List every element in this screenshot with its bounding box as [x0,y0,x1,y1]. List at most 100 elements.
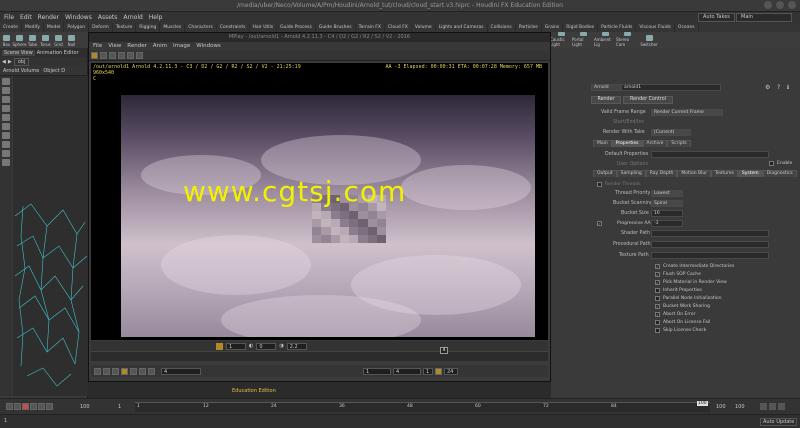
range-step-field[interactable]: 1 [423,367,433,375]
current-frame-field[interactable]: 4 [161,367,201,375]
last-frame-icon[interactable] [46,403,53,410]
progressive-aa-toggle[interactable]: ✓ Progressive AA [597,221,651,226]
auto-takes-toggle[interactable]: Auto Takes [698,13,735,22]
shelf-tab[interactable]: Muscles [160,23,186,32]
first-frame-icon[interactable] [94,367,101,375]
shelf-tab[interactable]: Particles [516,23,542,32]
tab-archive[interactable]: Archive [642,140,668,147]
tab-textures[interactable]: Textures [711,170,738,177]
parallel-node-init-checkbox[interactable]: Parallel Node Initialization [655,296,721,301]
frame-field[interactable]: 1 [226,342,246,350]
playbar-start-frame[interactable]: 1 [118,404,121,410]
next-key-icon[interactable] [38,403,45,410]
render-view[interactable]: /out/arnold1 Arnold 4.2.11.3 - C3 / D2 /… [91,63,548,340]
shelf-tab[interactable]: Guide Process [277,23,316,32]
shelf-tab[interactable]: Viscous Fluids [636,23,675,32]
compare-icon[interactable] [136,52,143,59]
range-end-field[interactable]: 4 [393,367,421,375]
shelf-tab[interactable]: Cloud FX [385,23,412,32]
shelf-tab[interactable]: Guide Brushes [316,23,356,32]
shelf-tab[interactable]: Rigid Bodies [563,23,599,32]
stop-icon[interactable] [121,367,128,375]
timeline-ruler[interactable]: 1 12 24 36 48 60 72 84 100 [135,401,710,412]
key-icon[interactable] [760,403,767,410]
shelf-tool-box[interactable]: Box [0,32,13,48]
mplay-timeline[interactable]: 4 [91,347,548,361]
abort-on-license-fail-checkbox[interactable]: Abort On License Fail [655,320,710,325]
progressive-aa-field[interactable]: -3 [651,220,683,227]
forward-arrow-icon[interactable]: ▶ [8,59,12,65]
link-icon[interactable] [118,52,125,59]
shelf-tab[interactable]: Collisions [488,23,516,32]
shelf-tool-ambient-light[interactable]: Ambient Lig [594,32,616,48]
tab-scene-view[interactable]: Scene View [2,49,35,56]
prev-key-icon[interactable] [14,403,21,410]
status-start-frame[interactable]: 1 [4,418,7,424]
prev-frame-icon[interactable] [103,367,110,375]
valid-frame-range-select[interactable]: Render Current Frame [651,109,723,116]
view-tool-icon[interactable] [2,132,10,139]
enable-checkbox[interactable]: Enable [769,161,792,166]
scale-tool-icon[interactable] [2,105,10,112]
mplay-menu-render[interactable]: Render [127,42,147,51]
abort-on-error-checkbox[interactable]: ✓ Abort On Error [655,312,696,317]
gamma-field[interactable]: 2.2 [286,342,307,350]
snap-tool-icon[interactable] [2,141,10,148]
shelf-tab[interactable]: Hair Utils [250,23,278,32]
shelf-tool-tube[interactable]: Tube [26,32,39,48]
shelf-tab[interactable]: Rigging [136,23,161,32]
shelf-tab[interactable]: Texture [113,23,137,32]
bucket-work-sharing-checkbox[interactable]: ✓ Bucket Work Sharing [655,304,710,309]
shelf-tool-stereo-camera[interactable]: Stereo Cam [616,32,638,48]
shelf-tab[interactable]: Particle Fluids [598,23,637,32]
texture-path-field[interactable] [651,252,769,259]
mplay-menu-image[interactable]: Image [173,42,190,51]
menu-help[interactable]: Help [149,14,163,21]
shelf-tab[interactable]: Characters [185,23,217,32]
shelf-tool-switcher[interactable]: Switcher [638,32,660,48]
thread-priority-select[interactable]: Lowest [651,190,683,197]
desktop-select[interactable]: Main [736,13,792,22]
maximize-button[interactable] [776,1,784,9]
render-with-take-select[interactable]: (Current) [651,129,691,136]
next-frame-icon[interactable] [139,367,146,375]
gear-icon[interactable]: ⚙ [765,84,770,91]
shelf-tab[interactable]: Deform [89,23,113,32]
render-pixel-icon[interactable] [91,52,98,59]
create-intermediate-dirs-checkbox[interactable]: ✓ Create Intermediate Directories [655,264,734,269]
shelf-tab[interactable]: Lights and Cameras [436,23,488,32]
handle-tool-icon[interactable] [2,114,10,121]
snapshot-icon[interactable] [127,52,134,59]
tab-motion-blur[interactable]: Motion Blur [677,170,712,177]
skip-license-check-checkbox[interactable]: Skip License Check [655,328,706,333]
shelf-tool-sphere[interactable]: Sphere [12,32,27,48]
light-tool-icon[interactable] [2,159,10,166]
flush-sop-cache-checkbox[interactable]: ✓ Flush SOP Cache [655,272,701,277]
crop-icon[interactable] [100,52,107,59]
shelf-tab[interactable]: Polygon [64,23,90,32]
shelf-tool-portal-light[interactable]: Portal Light [572,32,594,48]
first-frame-icon[interactable] [6,403,13,410]
play-icon[interactable] [30,403,37,410]
shelf-tool-caustic-light[interactable]: Caustic Light [550,32,572,48]
shelf-tab[interactable]: Oceans [675,23,699,32]
tab-scripts[interactable]: Scripts [667,140,691,147]
exposure-icon[interactable] [216,342,223,350]
shelf-tab[interactable]: Volume [412,23,436,32]
render-threads-toggle[interactable]: Render Threads [597,182,641,187]
shelf-tool-grid[interactable]: Grid [52,32,65,48]
tab-ray-depth[interactable]: Ray Depth [645,170,678,177]
playbar-current-frame[interactable]: 100 [80,404,90,410]
playhead-marker[interactable]: 100 [697,401,708,406]
range-start-field[interactable]: 1 [363,367,391,375]
network-path[interactable]: obj [13,57,30,66]
mplay-menu-file[interactable]: File [93,42,102,51]
play-icon[interactable] [130,367,137,375]
pose-tool-icon[interactable] [2,123,10,130]
key-icon[interactable] [769,403,776,410]
gamma-icon[interactable]: ◑ [279,343,283,349]
fps-icon[interactable] [435,367,442,375]
help-icon[interactable]: ? [777,84,780,91]
shelf-tool-torus[interactable]: Torus [39,32,52,48]
procedural-path-field[interactable] [651,241,769,248]
